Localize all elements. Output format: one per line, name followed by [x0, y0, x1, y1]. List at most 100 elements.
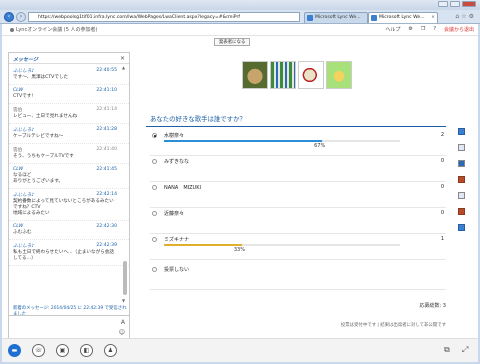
message-text: レビュー、土日で見れませんね — [13, 114, 78, 119]
gear-icon[interactable]: ⚙ — [408, 26, 412, 33]
poll-option[interactable]: 水樹奈々 2 67% — [150, 130, 446, 156]
header-actions: ヘルプ ⚙ ❐ ? 会議から退出 — [385, 26, 474, 33]
poll-radio[interactable] — [152, 237, 157, 242]
message-time: 22:41:28 — [96, 127, 117, 132]
thumbnail-image[interactable] — [326, 61, 352, 89]
whiteboard-icon[interactable] — [458, 208, 465, 215]
poll-radio[interactable] — [152, 133, 157, 138]
poll-option-label: 投票しない — [164, 267, 190, 273]
poll-radio[interactable] — [152, 211, 157, 216]
font-icon[interactable]: A — [121, 319, 125, 326]
tab-favicon-icon — [371, 15, 377, 21]
tab-label: Microsoft Lync We... — [379, 15, 425, 20]
chat-icon[interactable]: ▬ — [8, 344, 21, 357]
lync-app: Lyncオンライン会議 (5 人の参加者) ヘルプ ⚙ ❐ ? 会議から退出 発… — [2, 24, 478, 362]
pen-icon[interactable] — [458, 144, 465, 151]
poll-option[interactable]: 近藤奈々 0 — [150, 208, 446, 234]
poll-option[interactable]: ミズキナナ 1 33% — [150, 234, 446, 260]
poll-option-percent: 33% — [233, 247, 245, 253]
browser-tab-1[interactable]: Microsoft Lync We... — [304, 12, 368, 23]
message-text: そう、うちもケーブルTVです — [13, 154, 74, 159]
poll-option-label: ミズキナナ — [164, 237, 190, 243]
message-time: 22:41:40 — [96, 147, 117, 152]
poll-option-label: みずきなな — [164, 159, 190, 165]
tab-close-icon[interactable]: × — [431, 13, 435, 23]
people-count-icon[interactable]: ❐ — [421, 26, 425, 33]
poll-bar-track — [164, 140, 400, 142]
thumbnail-image[interactable] — [242, 61, 268, 89]
poll-option-label: 水樹奈々 — [164, 133, 185, 139]
chat-message: ふじしろ♪ 22:42:39 私も土日で終わらせたいへ…（止まいながら会話してる…） — [9, 240, 129, 266]
chat-scrollbar[interactable]: ▲ ▼ — [122, 65, 128, 303]
side-toolbar — [458, 128, 470, 240]
poll-option[interactable]: 投票しない — [150, 264, 446, 290]
document-icon[interactable] — [458, 160, 465, 167]
chat-message: CLW 22:42:30 ふむふむ — [9, 221, 129, 240]
chat-message: ふじしろ♪ 22:42:14 契約番数によって見ていないところがあるみたいですね？C… — [9, 189, 129, 221]
people-icon[interactable]: ♟ — [104, 344, 117, 357]
save-icon[interactable] — [458, 224, 465, 231]
video-icon[interactable]: ▣ — [56, 344, 69, 357]
scroll-down-icon[interactable]: ▼ — [122, 298, 125, 303]
settings-icon[interactable]: ⚙ — [469, 13, 476, 20]
message-time: 22:42:30 — [96, 224, 117, 229]
message-text: CTVです! — [13, 94, 34, 99]
poll-icon[interactable] — [458, 176, 465, 183]
poll-radio[interactable] — [152, 267, 157, 272]
thumbnail-image[interactable] — [270, 61, 296, 89]
chat-message: CLW 22:41:45 なるほど ありがとうございます。 — [9, 164, 129, 189]
slides-icon[interactable] — [458, 128, 465, 135]
app-header: Lyncオンライン会議 (5 人の参加者) ヘルプ ⚙ ❐ ? 会議から退出 — [2, 24, 478, 36]
browser-toolbar-icons: ⌂☆⚙ — [455, 13, 476, 20]
poll-option[interactable]: NANA MIZUKI 0 — [150, 182, 446, 208]
star-icon[interactable]: ☆ — [461, 13, 468, 20]
leave-meeting-link[interactable]: 会議から退出 — [444, 26, 474, 33]
poll-bar-fill — [164, 244, 242, 246]
message-time: 22:41:14 — [96, 107, 117, 112]
poll-option[interactable]: みずきなな 0 — [150, 156, 446, 182]
phone-icon[interactable]: ☏ — [32, 344, 45, 357]
message-time: 22:42:39 — [96, 243, 117, 248]
browser-tab-2[interactable]: Microsoft Lync We... × — [368, 12, 438, 23]
address-bar[interactable]: https://webpoolsg1tif01.infra.lync.com/l… — [28, 12, 300, 22]
minimize-icon[interactable] — [438, 1, 448, 7]
poll-option-count: 0 — [440, 158, 444, 164]
poll-total: 応募総数: 3 — [419, 303, 446, 309]
message-text: 契約番数によって見ていないところがあるみたいですね？CTV 地域によるみたい — [13, 199, 114, 216]
share-icon[interactable]: ◧ — [80, 344, 93, 357]
message-time: 22:40:55 — [96, 68, 117, 73]
meeting-title: Lyncオンライン会議 (5 人の参加者) — [10, 26, 97, 33]
presence-icon — [10, 27, 14, 32]
message-text: です〜、黒澤はCTVでした — [13, 75, 69, 80]
forward-icon[interactable]: › — [16, 12, 26, 22]
message-text: ふむふむ — [13, 230, 32, 235]
help-link[interactable]: ヘルプ — [385, 26, 400, 33]
chat-header: メッセージ × — [9, 53, 129, 64]
emoticon-icon[interactable]: ☺ — [119, 329, 125, 336]
chat-message: ふじしろ♪ 22:41:28 ケーブルテレビですね〜 — [9, 124, 129, 144]
fullscreen-icon[interactable]: ⤢ — [462, 345, 468, 355]
thumbnail-image[interactable] — [298, 61, 324, 89]
scroll-up-icon[interactable]: ▲ — [122, 65, 125, 70]
bottom-toolbar: ▬ ☏ ▣ ◧ ♟ ⧉ ⤢ — [2, 338, 478, 362]
scroll-thumb[interactable] — [123, 261, 127, 295]
close-icon[interactable]: × — [120, 55, 125, 62]
become-presenter-button[interactable]: 発表者になる — [214, 38, 251, 46]
maximize-icon[interactable] — [450, 1, 460, 7]
poll-option-count: 0 — [440, 184, 444, 190]
divider — [146, 126, 446, 127]
poll-question: あなたの好きな歌手は誰ですか？ — [150, 115, 246, 123]
window-controls — [438, 1, 476, 7]
tab-label: Microsoft Lync We... — [315, 15, 361, 20]
back-icon[interactable]: ‹ — [4, 12, 14, 22]
message-text: 私も土日で終わらせたいへ…（止まいながら会話してる…） — [13, 250, 114, 261]
chat-message: CLW 22:41:10 CTVです! — [9, 85, 129, 104]
poll-radio[interactable] — [152, 159, 157, 164]
close-icon[interactable] — [462, 1, 476, 7]
annotation-icon[interactable] — [458, 192, 465, 199]
help-question-icon[interactable]: ? — [433, 26, 436, 33]
layout-icon[interactable]: ⧉ — [444, 345, 450, 355]
chat-panel: メッセージ × ふじしろ♪ 22:40:55 です〜、黒澤はCTVでした CLW 22:… — [8, 52, 130, 348]
poll-bar-fill — [164, 140, 323, 142]
poll-radio[interactable] — [152, 185, 157, 190]
